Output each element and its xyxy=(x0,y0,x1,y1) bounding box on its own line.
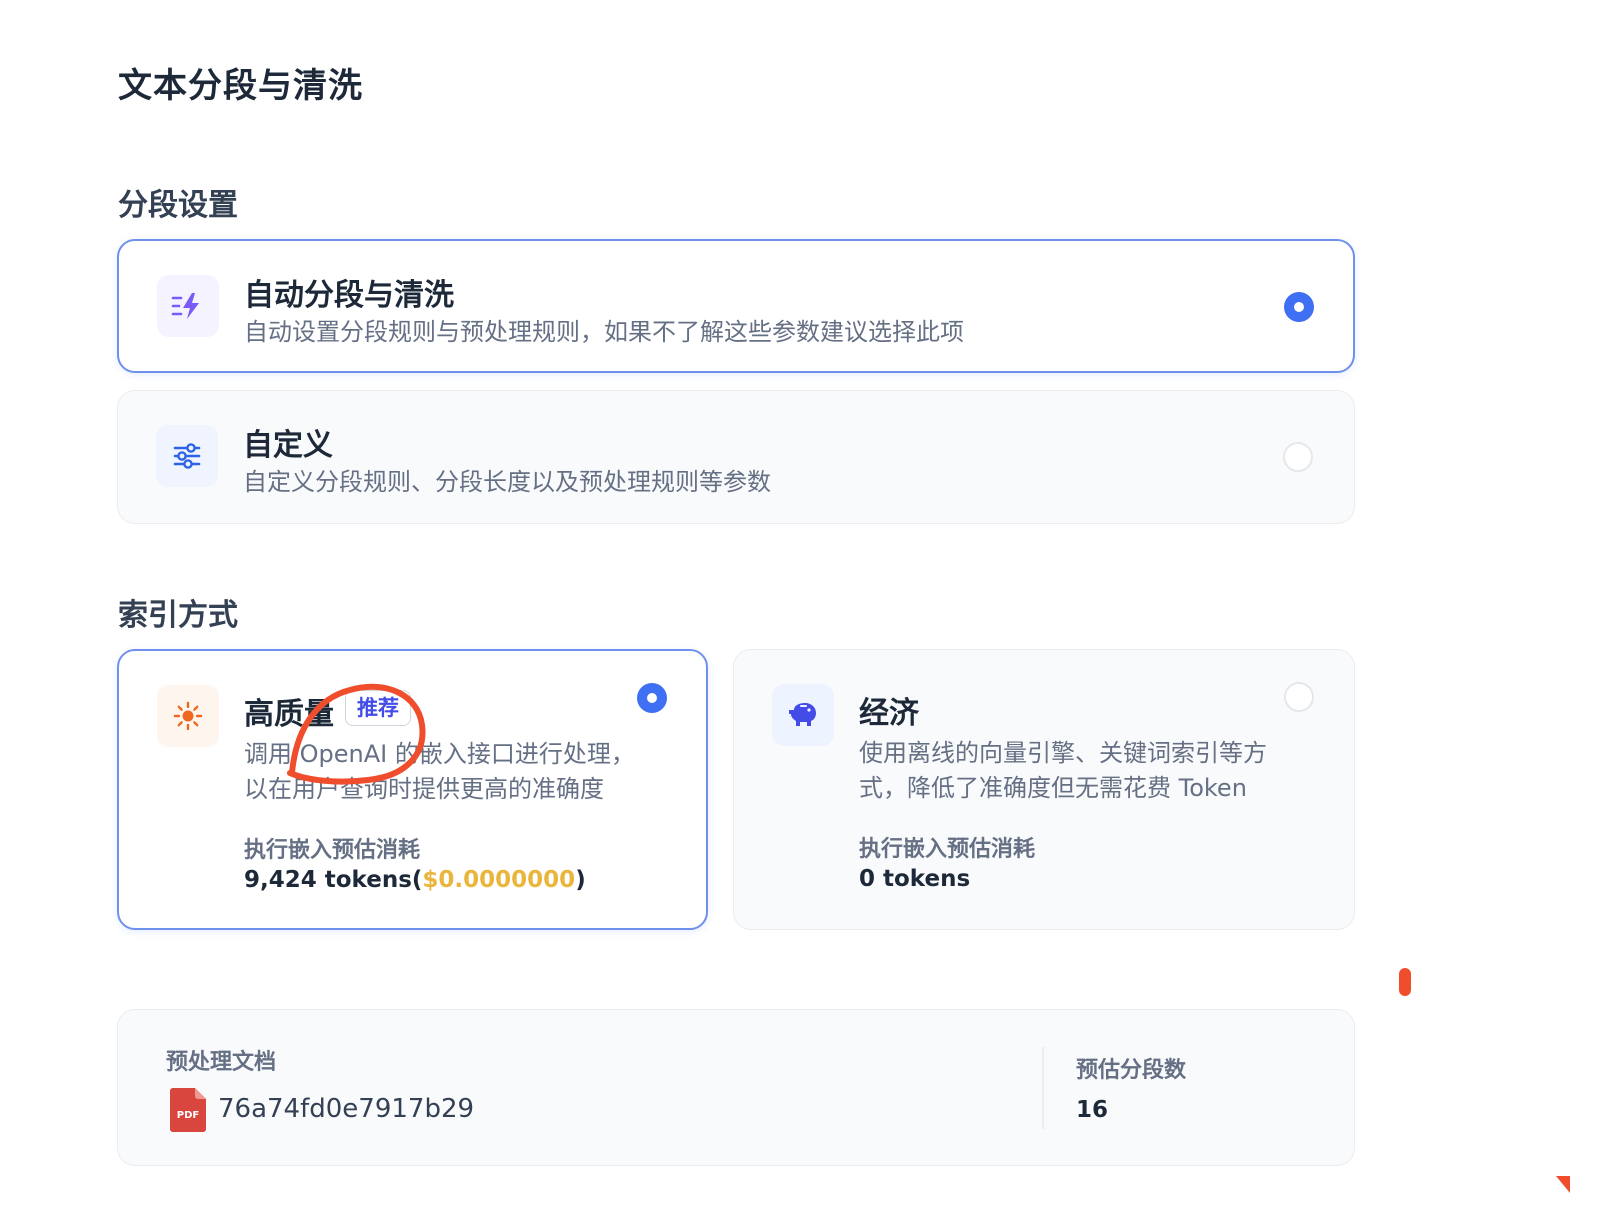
preprocess-summary-panel: 预处理文档 PDF 76a74fd0e7917b29 预估分段数 16 xyxy=(117,1009,1355,1166)
piggy-bank-icon xyxy=(772,684,834,746)
estimate-value: 0 tokens xyxy=(859,866,971,892)
estimated-segments-label: 预估分段数 xyxy=(1076,1058,1187,1083)
option-description: 自动设置分段规则与预处理规则，如果不了解这些参数建议选择此项 xyxy=(244,318,964,346)
option-title: 高质量 xyxy=(244,697,334,732)
indexing-section-title: 索引方式 xyxy=(118,598,238,633)
pdf-icon-label: PDF xyxy=(176,1110,200,1121)
option-description-line1: 调用 OpenAI 的嵌入接口进行处理， xyxy=(244,740,635,768)
page-title: 文本分段与清洗 xyxy=(118,66,363,106)
preprocess-doc-label: 预处理文档 xyxy=(166,1050,277,1075)
lightning-icon xyxy=(157,275,219,337)
option-economy-card[interactable]: 经济 使用离线的向量引擎、关键词索引等方 式，降低了准确度但无需花费 Token… xyxy=(733,649,1355,930)
sun-icon xyxy=(157,685,219,747)
preprocess-file-name[interactable]: 76a74fd0e7917b29 xyxy=(218,1094,474,1124)
radio-auto-segment[interactable] xyxy=(1284,292,1314,322)
estimate-price: $0.0000000 xyxy=(422,867,576,893)
radio-economy[interactable] xyxy=(1284,682,1314,712)
option-auto-segment-card[interactable]: 自动分段与清洗 自动设置分段规则与预处理规则，如果不了解这些参数建议选择此项 xyxy=(117,239,1355,373)
option-custom-card[interactable]: 自定义 自定义分段规则、分段长度以及预处理规则等参数 xyxy=(117,390,1355,524)
radio-high-quality[interactable] xyxy=(637,683,667,713)
option-description-line2: 以在用户查询时提供更高的准确度 xyxy=(244,775,604,803)
summary-divider xyxy=(1042,1047,1044,1129)
recommended-badge: 推荐 xyxy=(345,690,411,726)
estimate-label: 执行嵌入预估消耗 xyxy=(244,838,421,863)
option-title: 自定义 xyxy=(243,428,333,463)
estimate-suffix: ) xyxy=(575,867,586,893)
option-description-line2: 式，降低了准确度但无需花费 Token xyxy=(859,774,1247,802)
estimate-label: 执行嵌入预估消耗 xyxy=(859,837,1036,862)
estimate-value: 9,424 tokens($0.0000000) xyxy=(244,867,586,893)
estimated-segments-value: 16 xyxy=(1076,1097,1109,1123)
option-title: 自动分段与清洗 xyxy=(244,278,454,313)
sliders-icon xyxy=(156,425,218,487)
option-title: 经济 xyxy=(859,696,919,731)
option-description-line1: 使用离线的向量引擎、关键词索引等方 xyxy=(859,739,1267,767)
pdf-file-icon: PDF xyxy=(170,1088,206,1132)
token-count: 9,424 tokens( xyxy=(244,867,423,893)
segmentation-section-title: 分段设置 xyxy=(118,188,238,223)
option-high-quality-card[interactable]: 高质量 推荐 调用 OpenAI 的嵌入接口进行处理， 以在用户查询时提供更高的… xyxy=(117,649,708,930)
radio-custom[interactable] xyxy=(1283,442,1313,472)
option-description: 自定义分段规则、分段长度以及预处理规则等参数 xyxy=(243,468,771,496)
